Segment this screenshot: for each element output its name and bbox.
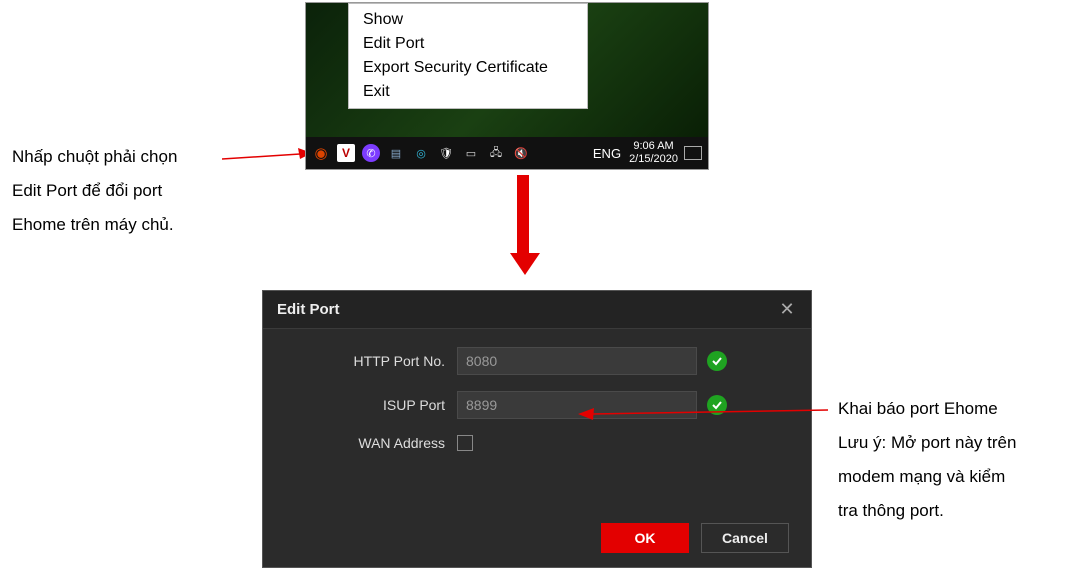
tray-context-menu: Show Edit Port Export Security Certifica… bbox=[348, 3, 588, 109]
close-icon[interactable]: ✕ bbox=[777, 299, 797, 320]
clock-date: 2/15/2020 bbox=[629, 153, 678, 166]
annotation-right-line: tra thông port. bbox=[838, 494, 1016, 528]
menu-item-export-cert[interactable]: Export Security Certificate bbox=[349, 56, 587, 80]
dialog-title: Edit Port bbox=[277, 301, 340, 318]
tray-icons: ◉ V ✆ ▤ ◎ 🛡 ▭ 🖧 🔇 bbox=[312, 144, 530, 162]
isup-port-label: ISUP Port bbox=[287, 397, 457, 413]
viber-icon[interactable]: ✆ bbox=[362, 144, 380, 162]
wan-address-row: WAN Address bbox=[287, 435, 787, 451]
cancel-button[interactable]: Cancel bbox=[701, 523, 789, 553]
folder-icon[interactable]: ▤ bbox=[387, 144, 405, 162]
arrow-to-tray bbox=[222, 147, 312, 167]
network-icon[interactable]: 🖧 bbox=[487, 144, 505, 162]
annotation-left-line: Nhấp chuột phải chọn bbox=[12, 140, 177, 174]
menu-item-show[interactable]: Show bbox=[349, 8, 587, 32]
dialog-titlebar: Edit Port ✕ bbox=[263, 291, 811, 329]
http-port-input[interactable] bbox=[457, 347, 697, 375]
annotation-left-line: Edit Port để đổi port bbox=[12, 174, 177, 208]
clock-time: 9:06 AM bbox=[629, 140, 678, 153]
notification-icon[interactable] bbox=[684, 146, 702, 160]
http-port-label: HTTP Port No. bbox=[287, 353, 457, 369]
clock[interactable]: 9:06 AM 2/15/2020 bbox=[629, 140, 678, 166]
annotation-right-line: Khai báo port Ehome bbox=[838, 392, 1016, 426]
defender-icon[interactable]: 🛡 bbox=[437, 144, 455, 162]
annotation-left-line: Ehome trên máy chủ. bbox=[12, 208, 177, 242]
update-icon[interactable]: ◎ bbox=[412, 144, 430, 162]
tray-screenshot: Show Edit Port Export Security Certifica… bbox=[305, 2, 709, 170]
check-icon bbox=[707, 351, 727, 371]
volume-icon[interactable]: 🔇 bbox=[512, 144, 530, 162]
battery-icon[interactable]: ▭ bbox=[462, 144, 480, 162]
language-indicator[interactable]: ENG bbox=[593, 146, 621, 161]
arrow-to-isup bbox=[578, 404, 828, 434]
annotation-right-line: modem mạng và kiểm bbox=[838, 460, 1016, 494]
wan-address-label: WAN Address bbox=[287, 435, 457, 451]
wan-address-checkbox[interactable] bbox=[457, 435, 473, 451]
menu-item-edit-port[interactable]: Edit Port bbox=[349, 32, 587, 56]
ok-button[interactable]: OK bbox=[601, 523, 689, 553]
taskbar: ◉ V ✆ ▤ ◎ 🛡 ▭ 🖧 🔇 ENG 9:06 AM 2/15/2020 bbox=[306, 137, 708, 169]
menu-item-exit[interactable]: Exit bbox=[349, 80, 587, 104]
annotation-right: Khai báo port Ehome Lưu ý: Mở port này t… bbox=[838, 392, 1016, 528]
annotation-right-line: Lưu ý: Mở port này trên bbox=[838, 426, 1016, 460]
app-tray-icon[interactable]: ◉ bbox=[312, 144, 330, 162]
arrow-down bbox=[510, 175, 536, 275]
annotation-left: Nhấp chuột phải chọn Edit Port để đổi po… bbox=[12, 140, 177, 242]
http-port-row: HTTP Port No. bbox=[287, 347, 787, 375]
v-icon[interactable]: V bbox=[337, 144, 355, 162]
